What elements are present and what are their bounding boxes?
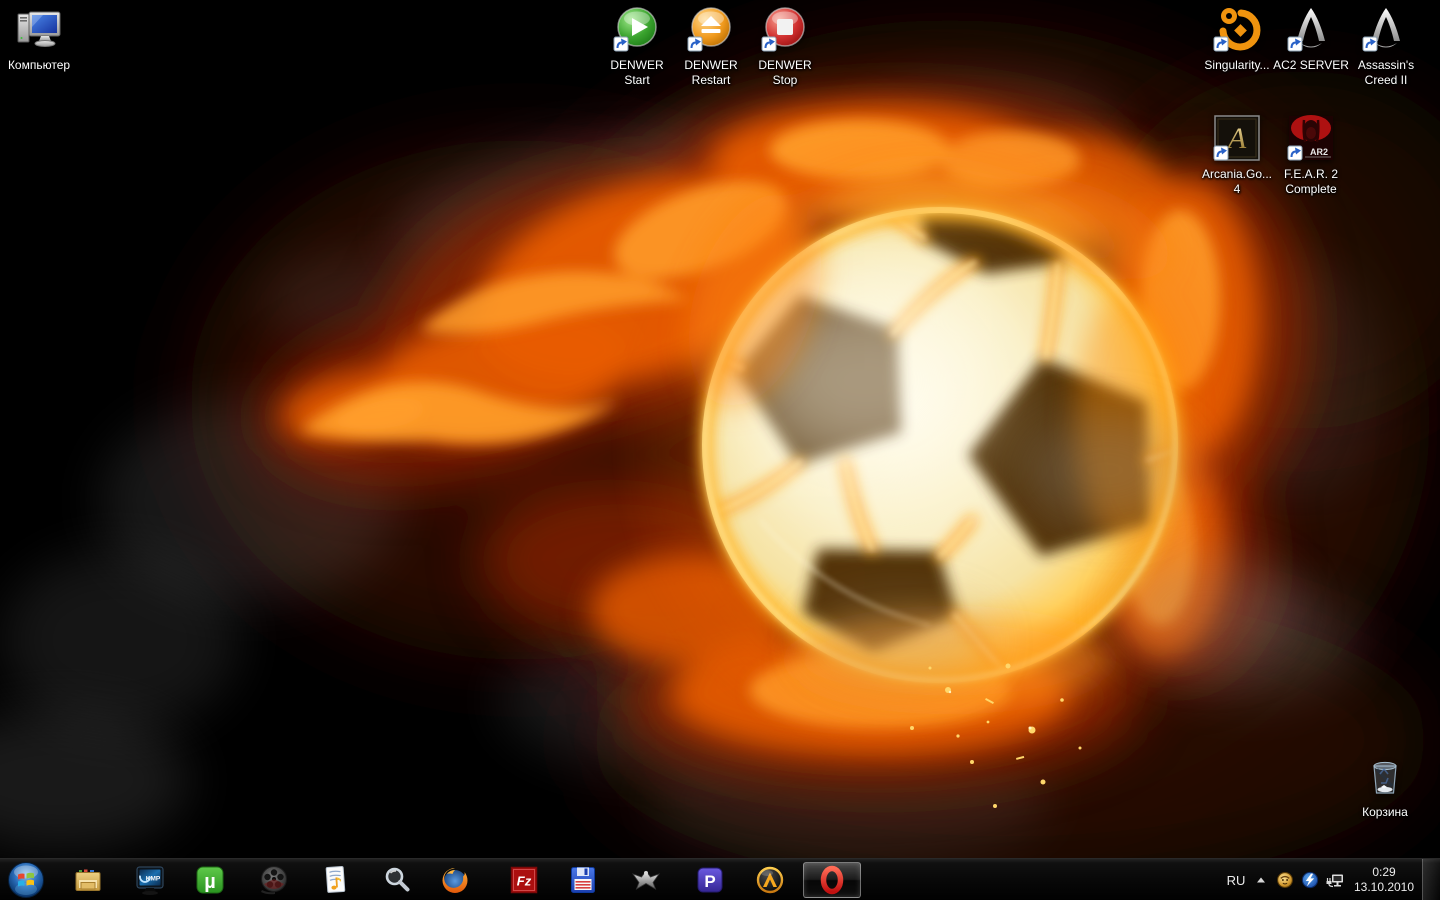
shortcut-arrow-badge (1214, 37, 1228, 51)
shortcut-arrow-badge (1214, 146, 1228, 160)
desktop-icon-denwer-stop[interactable]: DENWER Stop (746, 5, 824, 88)
aimp-icon (754, 864, 786, 896)
clock-time: 0:29 (1350, 865, 1418, 880)
denwer-start-icon (613, 5, 661, 53)
shortcut-arrow-badge (762, 37, 776, 51)
recycle-bin-icon (1361, 752, 1409, 800)
desktop-icon-denwer-start[interactable]: DENWER Start (598, 5, 676, 88)
taskbar-item-p-app[interactable]: P (694, 864, 726, 896)
desktop-icon-label: F.E.A.R. 2 Complete (1284, 167, 1338, 197)
gold-face-messenger-tray-icon[interactable] (1276, 871, 1294, 889)
assassins-creed-insignia-icon (1287, 5, 1335, 53)
playlist-document-icon (319, 864, 351, 896)
desktop-icon-label: Arcania.Go... 4 (1202, 167, 1272, 197)
daemon-tools-lightning-tray-icon[interactable] (1301, 871, 1319, 889)
taskbar-item-filezilla[interactable]: Fz (508, 864, 540, 896)
clock-date: 13.10.2010 (1350, 880, 1418, 895)
taskbar: KMP µ (0, 858, 1440, 900)
taskbar-item-opera-active[interactable] (803, 862, 861, 898)
desktop-icon-label: Компьютер (8, 58, 70, 73)
folder-icon (72, 864, 104, 896)
fear2-logo-text: AR2 (1310, 147, 1328, 157)
taskbar-item-kmplayer[interactable]: KMP (134, 864, 166, 896)
opera-icon (816, 864, 848, 896)
desktop-icon-fear2[interactable]: AR2 F.E.A.R. 2 Complete (1272, 114, 1350, 197)
filezilla-text: Fz (517, 874, 532, 889)
shortcut-arrow-badge (688, 37, 702, 51)
desktop-icon-label: DENWER Stop (758, 58, 811, 88)
kmplayer-text: KMP (146, 876, 161, 883)
shortcut-arrow-badge (1288, 146, 1302, 160)
shortcut-arrow-badge (1363, 37, 1377, 51)
taskbar-item-search[interactable] (381, 864, 413, 896)
floppy-disk-icon (567, 864, 599, 896)
search-icon (381, 864, 413, 896)
desktop-icon-label: AC2 SERVER (1273, 58, 1349, 73)
firefox-icon (439, 864, 471, 896)
taskbar-item-eagle-game[interactable] (630, 864, 662, 896)
desktop-icon-denwer-restart[interactable]: DENWER Restart (672, 5, 750, 88)
eagle-emblem-icon (630, 864, 662, 896)
start-button[interactable] (7, 861, 45, 899)
fear2-icon: AR2 (1287, 114, 1335, 162)
desktop-icon-recycle-bin[interactable]: Корзина (1346, 752, 1424, 820)
desktop-icon-computer[interactable]: Компьютер (0, 5, 78, 73)
language-indicator[interactable]: RU (1221, 859, 1251, 900)
taskbar-item-firefox[interactable] (439, 864, 471, 896)
desktop-icon-assassins-creed-2[interactable]: Assassin's Creed II (1347, 5, 1425, 88)
arcania-icon: A (1213, 114, 1261, 162)
filezilla-icon: Fz (508, 864, 540, 896)
desktop-icon-label: DENWER Start (610, 58, 663, 88)
computer-icon (15, 5, 63, 53)
p-letter-icon: P (694, 864, 726, 896)
chevron-up-icon (1256, 876, 1266, 884)
assassins-creed-insignia-icon (1362, 5, 1410, 53)
desktop-icon-label: DENWER Restart (684, 58, 737, 88)
denwer-restart-icon (687, 5, 735, 53)
desktop-icon-label: Singularity... (1204, 58, 1269, 73)
desktop-icon-arcania[interactable]: A Arcania.Go... 4 (1198, 114, 1276, 197)
desktop-icon-singularity[interactable]: Singularity... (1198, 5, 1276, 73)
taskbar-item-utorrent[interactable]: µ (194, 864, 226, 896)
film-reel-icon (258, 864, 290, 896)
network-tray-icon[interactable] (1325, 871, 1345, 889)
desktop-icon-ac2-server[interactable]: AC2 SERVER (1272, 5, 1350, 73)
taskbar-item-aimp[interactable] (754, 864, 786, 896)
desktop-icon-label: Assassin's Creed II (1358, 58, 1414, 88)
clock[interactable]: 0:29 13.10.2010 (1350, 865, 1418, 895)
singularity-icon (1213, 5, 1261, 53)
p-app-letter: P (704, 872, 715, 891)
taskbar-item-floppy-app[interactable] (567, 864, 599, 896)
shortcut-arrow-badge (614, 37, 628, 51)
show-hidden-icons-arrow[interactable] (1252, 859, 1270, 900)
show-desktop-button[interactable] (1422, 859, 1440, 900)
utorrent-letter: µ (204, 871, 216, 893)
taskbar-item-video-player[interactable] (258, 864, 290, 896)
arcania-letter: A (1226, 122, 1247, 155)
utorrent-icon: µ (194, 864, 226, 896)
desktop-icon-label: Корзина (1362, 805, 1408, 820)
desktop: Компьютер DENWER Start (0, 0, 1440, 900)
shortcut-arrow-badge (1288, 37, 1302, 51)
taskbar-item-explorer[interactable] (72, 864, 104, 896)
kmplayer-icon: KMP (134, 864, 166, 896)
denwer-stop-icon (761, 5, 809, 53)
taskbar-item-playlist[interactable] (319, 864, 351, 896)
